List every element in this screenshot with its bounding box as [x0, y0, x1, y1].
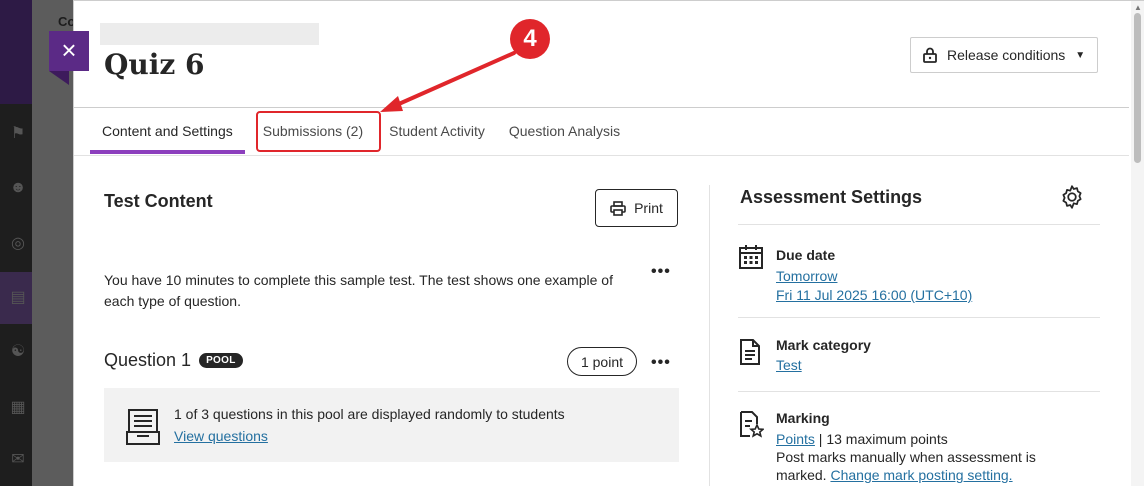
- pool-badge: POOL: [199, 353, 243, 368]
- calendar-icon: [739, 245, 763, 269]
- tab-student-activity[interactable]: Student Activity: [377, 108, 497, 154]
- question-more-options-icon[interactable]: •••: [651, 354, 671, 372]
- question-pool-box: 1 of 3 questions in this pool are displa…: [104, 388, 679, 462]
- scroll-up-icon[interactable]: ▲: [1134, 3, 1142, 12]
- test-content-title: Test Content: [104, 191, 213, 211]
- marking-icon: [740, 411, 764, 438]
- test-description: You have 10 minutes to complete this sam…: [104, 272, 613, 309]
- scroll-thumb[interactable]: [1134, 13, 1141, 163]
- question-points-button[interactable]: 1 point: [567, 347, 637, 376]
- profile-icon: ☻: [9, 179, 27, 196]
- printer-icon: [610, 200, 626, 216]
- marking-post-text: marked.: [776, 467, 827, 483]
- settings-divider: [738, 391, 1100, 392]
- scrollbar[interactable]: ▲: [1131, 1, 1144, 486]
- quiz-panel: Quiz 6 Release conditions ▼ Content and …: [73, 0, 1144, 486]
- question-title: Question 1 POOL: [104, 350, 243, 371]
- marking-points-line: Points | 13 maximum points: [776, 430, 948, 448]
- messages-icon: ✉: [11, 451, 25, 468]
- marking-post-line2: marked. Change mark posting setting.: [776, 466, 1013, 484]
- release-conditions-button[interactable]: Release conditions ▼: [910, 37, 1098, 73]
- question-pool-icon: [126, 409, 160, 445]
- groups-icon: ☯: [10, 343, 26, 360]
- assessment-settings-title: Assessment Settings: [740, 187, 923, 207]
- document-icon: [740, 339, 760, 365]
- close-icon: ×: [61, 35, 77, 65]
- tab-content-and-settings[interactable]: Content and Settings: [90, 108, 245, 154]
- lock-icon: [923, 47, 937, 63]
- question-title-text: Question 1: [104, 350, 192, 370]
- breadcrumb-placeholder: [100, 23, 319, 45]
- settings-divider: [738, 317, 1100, 318]
- background-logo-area: [0, 0, 32, 104]
- column-divider: [709, 185, 710, 486]
- chevron-down-icon: ▼: [1075, 49, 1086, 61]
- print-button[interactable]: Print: [595, 189, 678, 227]
- view-questions-link[interactable]: View questions: [174, 428, 268, 444]
- background-sidebar: ⚑ ☻ ◎ ▤ ☯ ▦ ✉: [0, 0, 32, 486]
- marking-label: Marking: [776, 410, 830, 426]
- courses-icon: ▤: [10, 289, 26, 306]
- step-callout: 4: [510, 19, 550, 59]
- close-button[interactable]: ×: [49, 31, 89, 71]
- tabs-divider-bottom: [74, 155, 1129, 156]
- due-date-label: Due date: [776, 247, 836, 263]
- globe-icon: ◎: [11, 235, 25, 252]
- marking-post-line1: Post marks manually when assessment is: [776, 449, 1036, 465]
- print-label: Print: [634, 200, 663, 216]
- institution-icon: ⚑: [10, 125, 26, 142]
- submissions-highlight-box: [256, 111, 381, 152]
- pool-description: 1 of 3 questions in this pool are displa…: [174, 406, 565, 422]
- calendar-icon: ▦: [10, 399, 26, 416]
- points-link[interactable]: Points: [776, 431, 815, 447]
- description-more-options-icon[interactable]: •••: [651, 263, 671, 281]
- due-date-relative-link[interactable]: Tomorrow: [776, 268, 837, 284]
- close-button-tail: [49, 71, 69, 85]
- settings-divider: [738, 224, 1100, 225]
- gear-icon[interactable]: [1059, 184, 1085, 210]
- due-date-absolute-link[interactable]: Fri 11 Jul 2025 16:00 (UTC+10): [776, 287, 972, 303]
- tab-question-analysis[interactable]: Question Analysis: [497, 108, 632, 154]
- mark-category-label: Mark category: [776, 337, 871, 353]
- release-conditions-label: Release conditions: [947, 47, 1066, 63]
- page-title: Quiz 6: [104, 48, 205, 81]
- mark-category-link[interactable]: Test: [776, 357, 802, 373]
- points-text: | 13 maximum points: [814, 431, 948, 447]
- change-mark-posting-link[interactable]: Change mark posting setting.: [830, 467, 1012, 483]
